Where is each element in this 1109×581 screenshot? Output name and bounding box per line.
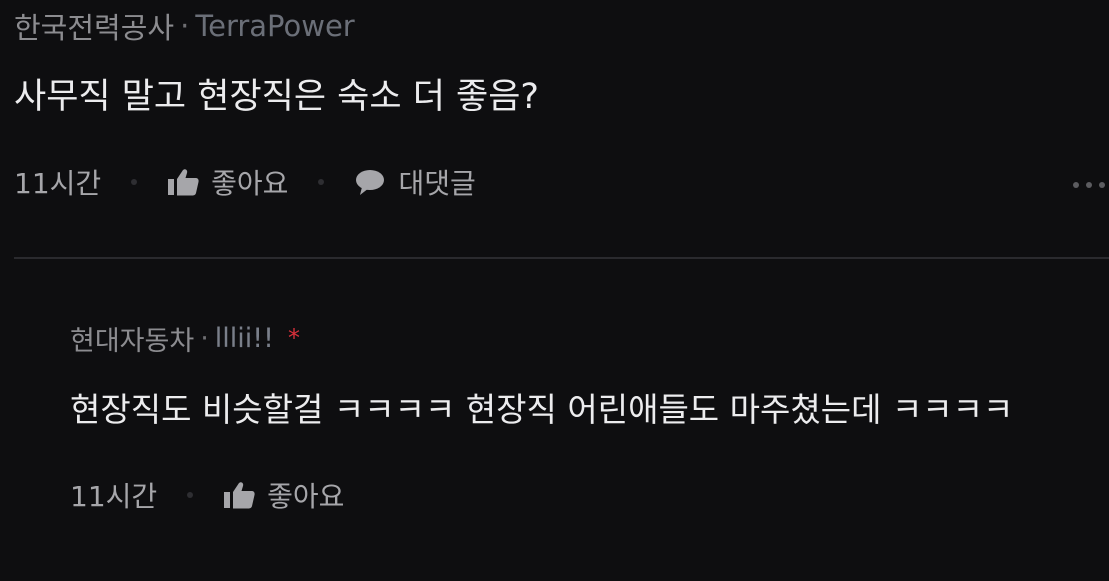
comment-actions: 11시간 좋아요 대댓글 (14, 162, 1104, 202)
comment-timestamp: 11시간 (14, 167, 102, 200)
reply-comment: 현대자동차 · lllii!! * 현장직도 비슷할걸 ㅋㅋㅋㅋ 현장직 어린애… (70, 318, 1105, 515)
comment-thread: 한국전력공사 · TerraPower 사무직 말고 현장직은 숙소 더 좋음?… (0, 0, 1109, 581)
reply-text: 현장직도 비슷할걸 ㅋㅋㅋㅋ 현장직 어린애들도 마주쳤는데 ㅋㅋㅋㅋ (70, 390, 1014, 429)
speech-bubble-icon (356, 170, 385, 195)
comment-text: 사무직 말고 현장직은 숙소 더 좋음? (14, 77, 540, 117)
thread-divider (14, 257, 1109, 259)
reply-timestamp: 11시간 (70, 480, 158, 513)
reply-label: 대댓글 (398, 167, 476, 200)
more-horizontal-icon-dot (1073, 182, 1079, 188)
like-label: 좋아요 (267, 480, 345, 513)
more-horizontal-icon-dot (1086, 182, 1092, 188)
more-options-button[interactable] (1073, 182, 1105, 188)
action-separator (187, 492, 194, 498)
author-company[interactable]: 한국전력공사 (14, 5, 174, 47)
action-separator (131, 179, 138, 185)
reply-author-meta: 현대자동차 · lllii!! * (70, 318, 1105, 358)
comment-author-meta: 한국전력공사 · TerraPower (14, 6, 1104, 46)
thumbs-up-icon (224, 482, 255, 509)
meta-separator: · (200, 322, 209, 354)
reply-like-button[interactable]: 좋아요 (223, 475, 344, 515)
reply-button[interactable]: 대댓글 (354, 162, 476, 202)
more-horizontal-icon-dot (1099, 182, 1105, 188)
reply-author-company[interactable]: 현대자동차 (70, 319, 194, 358)
action-separator (318, 179, 325, 185)
thumbs-up-icon (168, 169, 199, 196)
author-company-alt[interactable]: TerraPower (195, 9, 354, 43)
reply-author-nickname[interactable]: lllii!! (215, 323, 274, 354)
like-label: 좋아요 (211, 167, 289, 200)
reply-actions: 11시간 좋아요 (70, 475, 1105, 515)
author-star-icon: * (287, 324, 300, 352)
meta-separator: · (180, 9, 190, 43)
comment: 한국전력공사 · TerraPower 사무직 말고 현장직은 숙소 더 좋음?… (14, 6, 1104, 202)
like-button[interactable]: 좋아요 (167, 162, 288, 202)
